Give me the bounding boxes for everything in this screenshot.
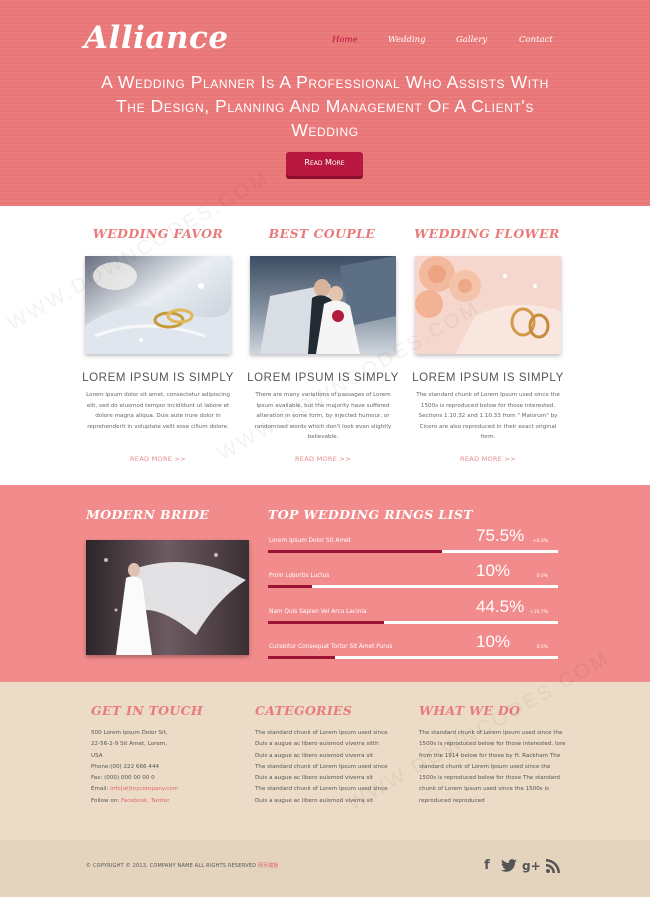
google-plus-icon[interactable]: g+ <box>522 857 541 875</box>
modern-bride-title: Modern Bride <box>86 507 210 522</box>
what-we-do-title: What We Do <box>419 703 521 718</box>
feature-text: Lorem ipsum dolor sit amet, consectetur … <box>86 392 230 430</box>
ring-label: Lorem Ipsum Dolor Sit Amet <box>269 538 351 544</box>
ring-progress-fill <box>268 550 442 553</box>
category-link[interactable]: Duis a augue ac libero euismod viverra s… <box>255 796 407 807</box>
footer-columns: Get In Touch 500 Lorem Ipsum Dolor Sit, … <box>0 682 650 840</box>
ring-delta: 0.0% <box>536 574 548 579</box>
feature-text: There are many variations of passages of… <box>254 392 392 440</box>
ring-delta: +6.0% <box>532 539 548 544</box>
feature-title-couple: Best Couple <box>268 226 376 241</box>
email-line: Email: info[at]mycompany.com <box>91 784 243 795</box>
email-link[interactable]: info[at]mycompany.com <box>110 786 178 792</box>
twitter-icon[interactable] <box>500 857 518 875</box>
follow-line: Follow on: Facebook, Twitter <box>91 796 243 807</box>
facebook-icon[interactable]: f <box>478 857 496 875</box>
contact-line: 22-56-2-9 Sit Amet, Lorem, <box>91 741 168 748</box>
get-in-touch-title: Get In Touch <box>91 703 203 718</box>
category-link[interactable]: Duis a augue ac libero euismod viverra s… <box>255 773 407 784</box>
ring-value: 44.5% <box>476 597 525 616</box>
nav-contact[interactable]: Contact <box>519 35 553 45</box>
feature-title-favor: Wedding Favor <box>92 226 224 241</box>
hero-text: A Wedding Planner Is A Professional Who … <box>101 72 549 140</box>
bride-image <box>86 540 249 655</box>
category-link[interactable]: The standard chunk of Lorem Ipsum used s… <box>255 762 407 773</box>
ring-progress-track <box>268 550 558 553</box>
copyright: © COPYRIGHT © 2013, COMPANY NAME ALL RIG… <box>86 862 279 869</box>
ring-progress-fill <box>268 585 312 588</box>
header: Alliance Home Wedding Gallery Contact A … <box>0 0 650 206</box>
wedding-couple-image <box>250 256 396 354</box>
feature-heading: Lorem Ipsum Is Simply <box>247 372 399 384</box>
site-logo[interactable]: Alliance <box>84 20 229 56</box>
copyright-text: © COPYRIGHT © 2013, COMPANY NAME ALL RIG… <box>86 863 257 869</box>
categories-title: Categories <box>255 703 353 718</box>
follow-label: Follow on: <box>91 797 120 804</box>
category-link[interactable]: The standard chunk of Lorem Ipsum used s… <box>255 728 407 739</box>
ring-value: 10% <box>476 561 511 580</box>
ring-progress-fill <box>268 656 335 659</box>
facebook-link[interactable]: Facebook, <box>121 798 149 804</box>
category-link[interactable]: The standard chunk of Lorem Ipsum used s… <box>255 784 407 795</box>
wedding-rings-image <box>85 256 231 354</box>
ring-row: Proin Lobortis Luctus 10% 0.0% <box>268 560 558 588</box>
email-label: Email: <box>91 786 109 793</box>
bottom-bar: © COPYRIGHT © 2013, COMPANY NAME ALL RIG… <box>0 840 650 897</box>
twitter-link[interactable]: Twitter <box>151 798 170 804</box>
ring-row: Nam Quis Sapien Vel Arcu Lacinia 44.5% +… <box>268 596 558 624</box>
top-rings-title: Top Wedding Rings List <box>268 507 473 522</box>
category-link[interactable]: Duis a augue ac libero euismod viverra s… <box>255 739 407 750</box>
ring-label: Curabitur Consequat Tortor Sit Amet Puru… <box>269 644 393 650</box>
ring-delta: +10.7% <box>529 610 548 615</box>
read-more-button[interactable]: Read More <box>286 152 363 176</box>
ring-value: 10% <box>476 632 511 651</box>
ring-progress-fill <box>268 621 384 624</box>
feature-heading: Lorem Ipsum Is Simply <box>82 372 234 384</box>
ring-progress-track <box>268 621 558 624</box>
feature-title-flower: Wedding Flower <box>414 226 560 241</box>
feature-heading: Lorem Ipsum Is Simply <box>412 372 564 384</box>
copyright-link[interactable]: 网页模板 <box>258 863 279 869</box>
nav-gallery[interactable]: Gallery <box>456 35 487 45</box>
ring-row: Curabitur Consequat Tortor Sit Amet Puru… <box>268 631 558 659</box>
contact-line: USA <box>91 752 103 759</box>
contact-line: Fax: (000) 000 00 00 0 <box>91 775 155 782</box>
ring-progress-track <box>268 656 558 659</box>
ring-delta: 0.0% <box>536 645 548 650</box>
categories-list: The standard chunk of Lorem Ipsum used s… <box>255 728 407 807</box>
contact-info: 500 Lorem Ipsum Dolor Sit, 22-56-2-9 Sit… <box>91 728 243 807</box>
contact-line: Phone:(00) 222 666 444 <box>91 763 160 770</box>
ring-progress-track <box>268 585 558 588</box>
contact-line: 500 Lorem Ipsum Dolor Sit, <box>91 730 168 736</box>
nav-wedding[interactable]: Wedding <box>388 35 426 45</box>
nav-home[interactable]: Home <box>332 35 358 45</box>
category-link[interactable]: Duis a augue ac libero euismod viverra s… <box>255 751 407 762</box>
feature-read-more-link[interactable]: READ MORE >> <box>415 455 561 463</box>
ring-label: Proin Lobortis Luctus <box>269 573 330 579</box>
rss-icon[interactable] <box>544 857 562 875</box>
ring-row: Lorem Ipsum Dolor Sit Amet 75.5% +6.0% <box>268 525 558 553</box>
feature-read-more-link[interactable]: READ MORE >> <box>85 455 231 463</box>
ring-value: 75.5% <box>476 526 525 545</box>
what-we-do-text: The standard chunk of Lorem Ipsum used s… <box>419 730 566 804</box>
feature-text: The standard chunk of Lorem Ipsum used s… <box>416 392 560 440</box>
roses-rings-image <box>415 256 561 354</box>
ring-label: Nam Quis Sapien Vel Arcu Lacinia <box>269 609 367 615</box>
rings-band: Modern Bride Top Wedding Rings List Lore… <box>0 485 650 682</box>
feature-read-more-link[interactable]: READ MORE >> <box>250 455 396 463</box>
features-section: Wedding Favor Lorem Ipsum Is Simply Lore… <box>0 206 650 485</box>
main-nav: Home Wedding Gallery Contact <box>330 35 560 49</box>
